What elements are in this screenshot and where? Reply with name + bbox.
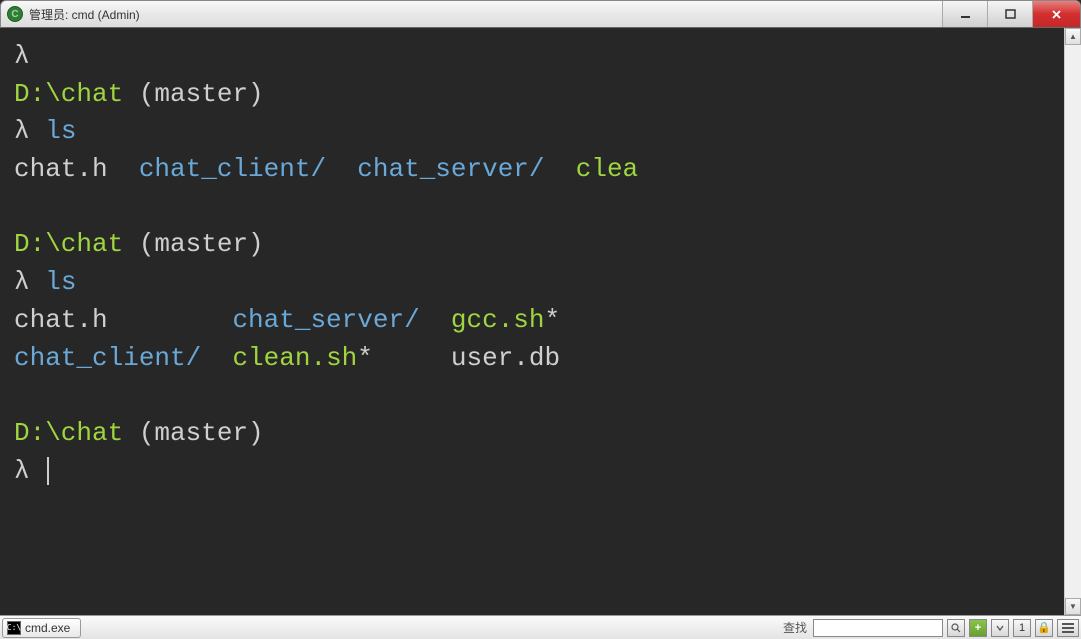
terminal-segment: (master) [139,418,264,448]
terminal-segment: clea [576,154,638,184]
terminal-segment: ls [45,116,76,146]
minimize-button[interactable] [942,1,987,27]
console-tab[interactable]: C:\ cmd.exe [2,618,81,638]
app-icon-letter: C [11,9,18,20]
lock-button[interactable]: 🔒 [1035,619,1053,637]
terminal-segment: chat_server/ [357,154,544,184]
terminal-segment: λ [14,41,30,71]
close-button[interactable] [1032,1,1080,27]
terminal-segment: clean.sh [232,343,357,373]
chevron-down-icon [996,624,1004,632]
terminal-segment: D:\chat [14,229,139,259]
terminal-segment: chat_client/ [139,154,326,184]
scroll-up-button[interactable]: ▲ [1065,28,1081,45]
search-label: 查找 [783,619,807,636]
maximize-button[interactable] [987,1,1032,27]
terminal-line: λ [14,38,1067,76]
search-dropdown-button[interactable] [947,619,965,637]
terminal-segment [326,154,357,184]
add-console-button[interactable]: + [969,619,987,637]
minimize-icon [960,9,971,20]
terminal-segment [14,192,30,222]
close-icon [1051,9,1062,20]
terminal-segment [201,343,232,373]
terminal-line: chat.h chat_server/ gcc.sh* [14,302,1067,340]
terminal-output[interactable]: λD:\chat (master)λ lschat.h chat_client/… [0,28,1081,615]
terminal-line [14,189,1067,227]
vertical-scrollbar[interactable]: ▲ ▼ [1064,28,1081,615]
app-icon: C [7,6,23,22]
terminal-segment: gcc.sh [451,305,545,335]
terminal-line: chat.h chat_client/ chat_server/ clea [14,151,1067,189]
magnifier-icon [951,623,961,633]
terminal-line: λ ls [14,113,1067,151]
maximize-icon [1005,9,1016,20]
terminal-segment [14,380,30,410]
terminal-line: λ ls [14,264,1067,302]
window-titlebar: C 管理员: cmd (Admin) [0,0,1081,28]
terminal-segment: chat_client/ [14,343,201,373]
window-controls [942,1,1080,27]
terminal-segment: D:\chat [14,79,139,109]
hamburger-icon [1062,623,1074,633]
status-bar: C:\ cmd.exe 查找 + 1 🔒 [0,615,1081,639]
terminal-segment: ls [45,267,76,297]
console-number: 1 [1019,622,1025,634]
terminal-line: λ [14,453,1067,491]
terminal-segment: (master) [139,79,264,109]
add-dropdown-button[interactable] [991,619,1009,637]
terminal-segment: λ [14,116,45,146]
terminal-segment: λ [14,267,45,297]
plus-icon: + [975,622,981,634]
lock-icon: 🔒 [1037,621,1051,634]
scroll-down-button[interactable]: ▼ [1065,598,1081,615]
menu-button[interactable] [1057,619,1079,637]
terminal-segment [545,154,576,184]
console-number-button[interactable]: 1 [1013,619,1031,637]
status-right-group: 查找 + 1 🔒 [783,619,1079,637]
terminal-line: chat_client/ clean.sh* user.db [14,340,1067,378]
tab-label: cmd.exe [25,621,70,635]
terminal-segment: (master) [139,229,264,259]
terminal-segment [420,305,451,335]
terminal-line [14,377,1067,415]
terminal-segment: chat.h [14,305,232,335]
terminal-segment: chat_server/ [232,305,419,335]
cmd-icon: C:\ [7,621,21,635]
terminal-cursor [47,457,49,485]
terminal-segment: * [545,305,561,335]
terminal-line: D:\chat (master) [14,226,1067,264]
window-title: 管理员: cmd (Admin) [29,6,140,23]
terminal-segment: D:\chat [14,418,139,448]
terminal-segment: λ [14,456,45,486]
terminal-segment: * user.db [357,343,560,373]
terminal-line: D:\chat (master) [14,76,1067,114]
search-input[interactable] [813,619,943,637]
terminal-segment: chat.h [14,154,139,184]
terminal-line: D:\chat (master) [14,415,1067,453]
